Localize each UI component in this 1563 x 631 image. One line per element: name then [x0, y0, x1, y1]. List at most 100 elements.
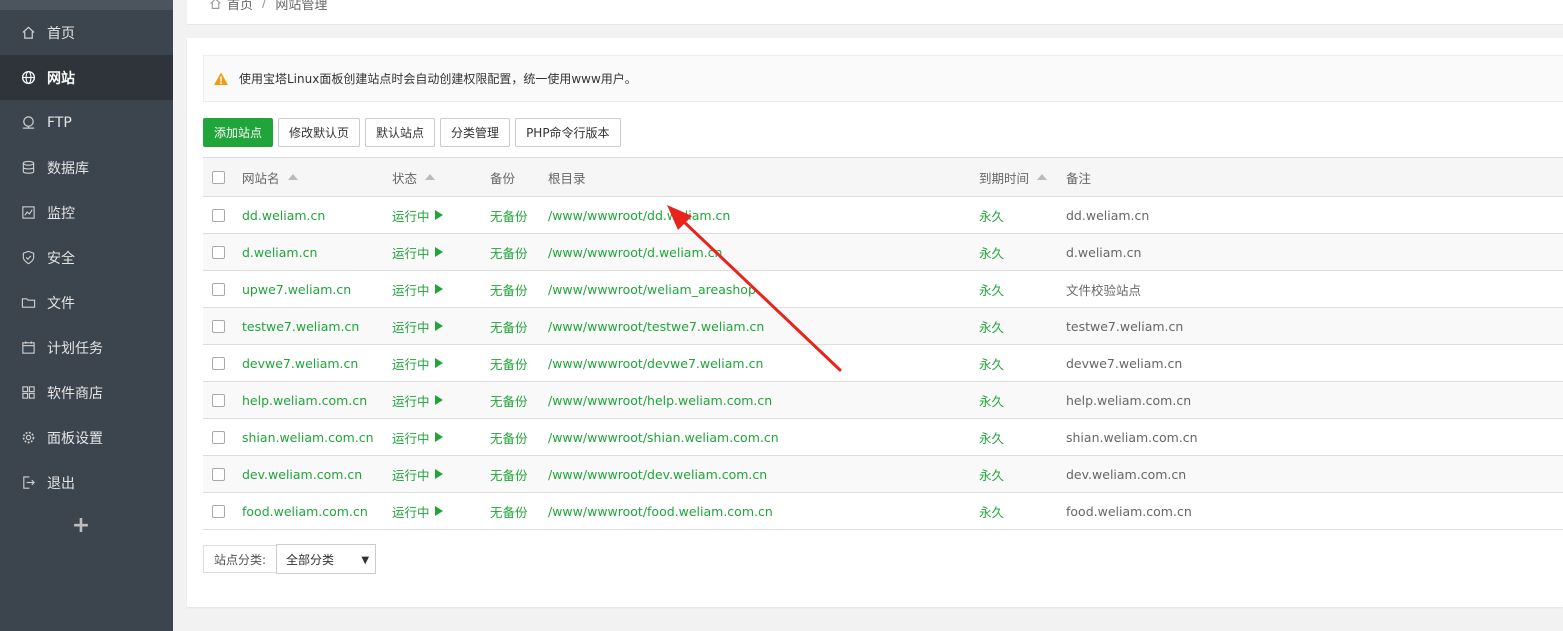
site-name-link[interactable]: devwe7.weliam.cn — [242, 345, 358, 381]
note-text[interactable]: food.weliam.com.cn — [1066, 493, 1192, 529]
sidebar-item-logout[interactable]: 退出 — [0, 460, 173, 505]
site-name-link[interactable]: help.weliam.com.cn — [242, 382, 367, 418]
site-name-link[interactable]: testwe7.weliam.cn — [242, 308, 359, 344]
breadcrumb-home[interactable]: 首页 — [227, 0, 253, 13]
status-toggle[interactable]: 运行中 — [392, 382, 443, 418]
note-text[interactable]: dev.weliam.com.cn — [1066, 456, 1186, 492]
sidebar-item-cron[interactable]: 计划任务 — [0, 325, 173, 370]
expire-link[interactable]: 永久 — [979, 382, 1004, 418]
row-checkbox[interactable] — [212, 394, 225, 407]
expire-link[interactable]: 永久 — [979, 493, 1004, 529]
backup-link[interactable]: 无备份 — [490, 456, 528, 492]
expire-link[interactable]: 永久 — [979, 419, 1004, 455]
sidebar-item-label: 数据库 — [47, 160, 89, 177]
note-text[interactable]: testwe7.weliam.cn — [1066, 308, 1183, 344]
permission-alert: 使用宝塔Linux面板创建站点时会自动创建权限配置，统一使用www用户。 — [203, 55, 1563, 102]
sidebar-item-database[interactable]: 数据库 — [0, 145, 173, 190]
note-text[interactable]: 文件校验站点 — [1066, 271, 1141, 307]
row-checkbox[interactable] — [212, 283, 225, 296]
select-all-checkbox[interactable] — [212, 171, 225, 184]
sidebar-item-monitor[interactable]: 监控 — [0, 190, 173, 235]
expire-link[interactable]: 永久 — [979, 197, 1004, 233]
php-cli-version-button[interactable]: PHP命令行版本 — [515, 118, 621, 147]
backup-link[interactable]: 无备份 — [490, 234, 528, 270]
status-toggle[interactable]: 运行中 — [392, 456, 443, 492]
sort-icon[interactable] — [425, 174, 436, 180]
root-path-link[interactable]: /www/wwwroot/help.weliam.com.cn — [548, 382, 772, 418]
root-path-link[interactable]: /www/wwwroot/weliam_areashop — [548, 271, 756, 307]
sidebar-item-ftp[interactable]: FTP — [0, 100, 173, 145]
backup-link[interactable]: 无备份 — [490, 345, 528, 381]
note-text[interactable]: devwe7.weliam.cn — [1066, 345, 1182, 381]
site-name-link[interactable]: shian.weliam.com.cn — [242, 419, 374, 455]
row-checkbox[interactable] — [212, 320, 225, 333]
sidebar-item-files[interactable]: 文件 — [0, 280, 173, 325]
default-site-button[interactable]: 默认站点 — [365, 118, 436, 147]
root-path-link[interactable]: /www/wwwroot/dd.weliam.cn — [548, 197, 730, 233]
status-toggle[interactable]: 运行中 — [392, 271, 443, 307]
sort-icon[interactable] — [1037, 174, 1048, 180]
edit-default-page-button[interactable]: 修改默认页 — [278, 118, 361, 147]
expire-link[interactable]: 永久 — [979, 271, 1004, 307]
header-status[interactable]: 状态 — [392, 158, 436, 196]
status-toggle[interactable]: 运行中 — [392, 197, 443, 233]
status-toggle[interactable]: 运行中 — [392, 345, 443, 381]
row-checkbox[interactable] — [212, 505, 225, 518]
sidebar-item-website[interactable]: 网站 — [0, 55, 173, 100]
status-toggle[interactable]: 运行中 — [392, 493, 443, 529]
header-root: 根目录 — [548, 170, 586, 186]
add-shortcut-button[interactable]: + — [0, 507, 162, 545]
row-checkbox[interactable] — [212, 357, 225, 370]
expire-link[interactable]: 永久 — [979, 345, 1004, 381]
note-text[interactable]: help.weliam.com.cn — [1066, 382, 1191, 418]
backup-link[interactable]: 无备份 — [490, 493, 528, 529]
chevron-down-icon: ▼ — [361, 555, 370, 566]
site-name-link[interactable]: d.weliam.cn — [242, 234, 317, 270]
note-text[interactable]: d.weliam.cn — [1066, 234, 1141, 270]
category-manage-button[interactable]: 分类管理 — [440, 118, 511, 147]
site-name-link[interactable]: food.weliam.com.cn — [242, 493, 368, 529]
site-name-link[interactable]: dd.weliam.cn — [242, 197, 325, 233]
shield-icon — [20, 250, 36, 266]
backup-link[interactable]: 无备份 — [490, 382, 528, 418]
backup-link[interactable]: 无备份 — [490, 308, 528, 344]
toolbar: 添加站点 修改默认页 默认站点 分类管理 PHP命令行版本 — [203, 118, 626, 147]
sidebar-item-label: 软件商店 — [47, 385, 103, 402]
status-toggle[interactable]: 运行中 — [392, 308, 443, 344]
backup-link[interactable]: 无备份 — [490, 419, 528, 455]
status-toggle[interactable]: 运行中 — [392, 234, 443, 270]
category-select[interactable]: 全部分类 ▼ — [276, 544, 377, 574]
root-path-link[interactable]: /www/wwwroot/devwe7.weliam.cn — [548, 345, 763, 381]
backup-link[interactable]: 无备份 — [490, 271, 528, 307]
root-path-link[interactable]: /www/wwwroot/testwe7.weliam.cn — [548, 308, 764, 344]
expire-link[interactable]: 永久 — [979, 308, 1004, 344]
site-name-link[interactable]: upwe7.weliam.cn — [242, 271, 351, 307]
root-path-link[interactable]: /www/wwwroot/d.weliam.cn — [548, 234, 722, 270]
status-label: 运行中 — [392, 504, 430, 520]
row-checkbox[interactable] — [212, 431, 225, 444]
sidebar-item-security[interactable]: 安全 — [0, 235, 173, 280]
row-checkbox[interactable] — [212, 246, 225, 259]
root-path-link[interactable]: /www/wwwroot/food.weliam.com.cn — [548, 493, 773, 529]
row-checkbox[interactable] — [212, 209, 225, 222]
expire-link[interactable]: 永久 — [979, 456, 1004, 492]
header-name[interactable]: 网站名 — [242, 158, 298, 196]
sidebar-item-home[interactable]: 首页 — [0, 10, 173, 55]
sidebar-item-panel-settings[interactable]: 面板设置 — [0, 415, 173, 460]
note-text[interactable]: shian.weliam.com.cn — [1066, 419, 1198, 455]
category-label: 站点分类: — [203, 545, 277, 573]
status-toggle[interactable]: 运行中 — [392, 419, 443, 455]
expire-link[interactable]: 永久 — [979, 234, 1004, 270]
note-text[interactable]: dd.weliam.cn — [1066, 197, 1149, 233]
sort-icon[interactable] — [287, 174, 298, 180]
root-path-link[interactable]: /www/wwwroot/shian.weliam.com.cn — [548, 419, 779, 455]
root-path-link[interactable]: /www/wwwroot/dev.weliam.com.cn — [548, 456, 767, 492]
site-name-link[interactable]: dev.weliam.com.cn — [242, 456, 362, 492]
header-expire[interactable]: 到期时间 — [979, 158, 1048, 196]
breadcrumb: 首页 / 网站管理 — [209, 0, 327, 13]
add-site-button[interactable]: 添加站点 — [203, 118, 274, 147]
row-checkbox[interactable] — [212, 468, 225, 481]
backup-link[interactable]: 无备份 — [490, 197, 528, 233]
sidebar-item-label: 安全 — [47, 250, 75, 267]
sidebar-item-software-store[interactable]: 软件商店 — [0, 370, 173, 415]
